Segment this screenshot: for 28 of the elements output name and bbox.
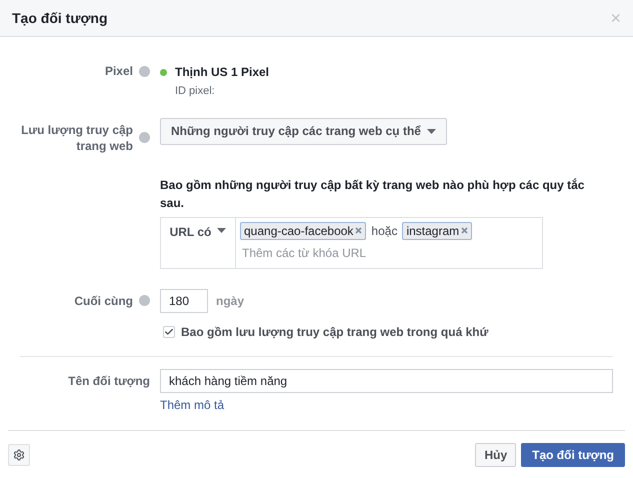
days-input[interactable]: 180 xyxy=(160,288,208,312)
pixel-id-label: ID pixel: xyxy=(175,84,216,99)
unit-text: ngày xyxy=(216,292,244,310)
field-label: Lưu lượng truy cập trang web xyxy=(20,122,133,154)
remove-icon[interactable] xyxy=(355,227,362,234)
rule-description: Bao gồm những người truy cập bất kỳ trang web nào phù hợp các quy tắc sau. xyxy=(160,176,586,212)
caret-icon xyxy=(217,228,226,232)
checkbox-label: Bao gồm lưu lượng truy cập trang web trong quá khứ xyxy=(181,324,488,340)
traffic-dropdown[interactable]: Những người truy cập các trang web cụ thể xyxy=(160,118,447,144)
keyword-tag: instagram xyxy=(402,222,472,240)
checkbox[interactable] xyxy=(163,326,175,338)
add-description-link[interactable]: Thêm mô tả xyxy=(160,396,224,414)
dialog-title: Tạo đối tượng xyxy=(12,8,108,28)
caret-icon xyxy=(426,128,436,134)
field-label: Tên đối tượng xyxy=(68,374,150,388)
remove-icon[interactable] xyxy=(461,227,468,234)
cancel-button[interactable]: Hủy xyxy=(475,442,516,466)
keyword-tag: quang-cao-facebook xyxy=(240,222,366,240)
create-button[interactable]: Tạo đối tượng xyxy=(521,442,625,466)
operator-dropdown[interactable]: URL có xyxy=(161,218,236,268)
settings-icon xyxy=(13,448,25,460)
pixel-name: Thịnh US 1 Pixel xyxy=(175,64,270,81)
field-label: Pixel xyxy=(104,63,133,79)
field-label: Cuối cùng xyxy=(74,292,133,308)
keyword-input[interactable]: Thêm các từ khóa URL xyxy=(242,244,492,262)
joiner-text: hoặc xyxy=(371,222,398,240)
settings-button[interactable] xyxy=(8,444,30,466)
name-input[interactable]: khách hàng tiềm năng xyxy=(160,368,613,392)
